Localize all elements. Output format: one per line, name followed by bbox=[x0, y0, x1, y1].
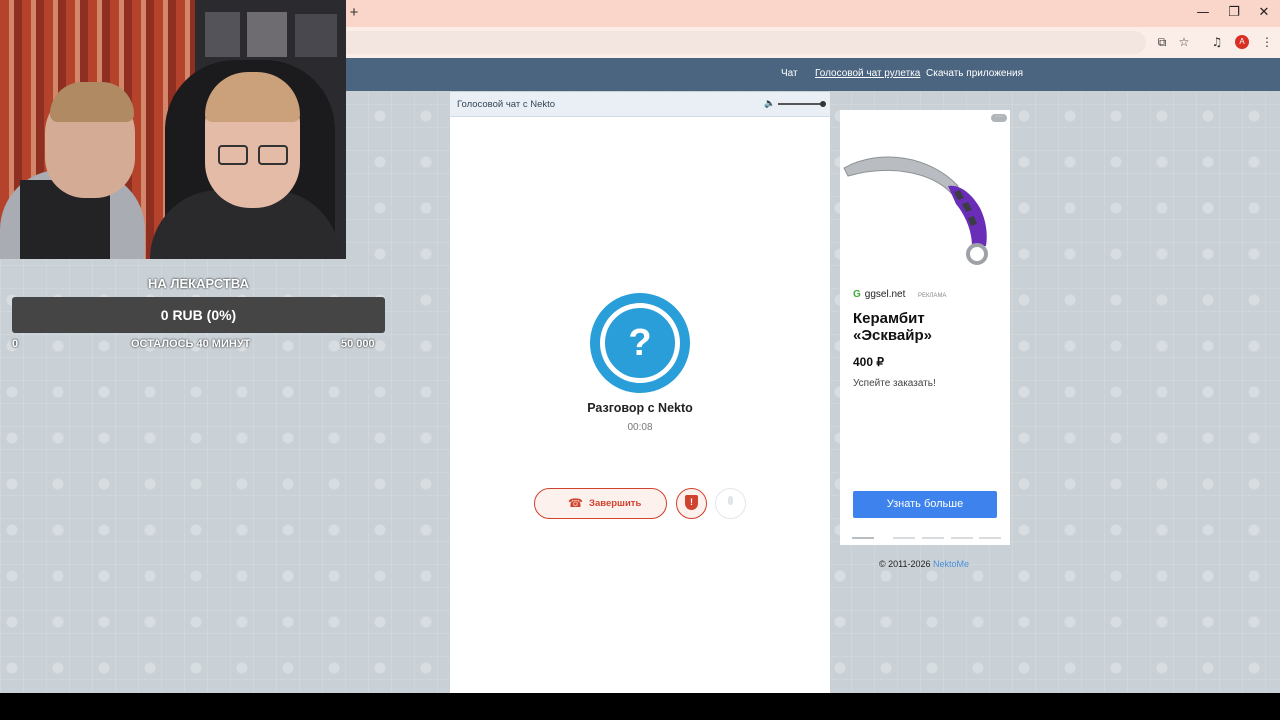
ad-carousel-dot[interactable] bbox=[979, 537, 1001, 539]
volume-slider[interactable] bbox=[778, 101, 826, 107]
ad-carousel-dot[interactable] bbox=[893, 537, 915, 539]
donation-goal-bar: 0 RUB (0%) bbox=[12, 297, 385, 333]
ad-subtitle: Успейте заказать! bbox=[853, 378, 936, 389]
install-icon[interactable]: ⧉ bbox=[1153, 33, 1171, 51]
ad-carousel-dot[interactable] bbox=[951, 537, 973, 539]
ad-learn-more-button[interactable]: Узнать больше bbox=[853, 491, 997, 518]
ad-carousel-dot[interactable] bbox=[922, 537, 944, 539]
volume-knob[interactable] bbox=[820, 101, 826, 107]
close-window-button[interactable]: ✕ bbox=[1249, 2, 1279, 24]
nav-chat-link[interactable]: Чат bbox=[781, 68, 798, 79]
end-call-button[interactable]: ☎ Завершить bbox=[534, 488, 667, 519]
ad-menu-icon[interactable]: ··· bbox=[991, 113, 1007, 122]
ad-price: 400 ₽ bbox=[853, 355, 884, 369]
call-title: Разговор с Nekto bbox=[587, 401, 693, 415]
minimize-button[interactable]: — bbox=[1188, 2, 1218, 24]
karambit-knife-image bbox=[843, 156, 988, 265]
restore-button[interactable]: ❐ bbox=[1219, 2, 1249, 24]
copyright-text: © 2011-2026 bbox=[879, 559, 934, 569]
chat-header-title: Голосовой чат с Nekto bbox=[457, 99, 556, 110]
address-bar[interactable] bbox=[346, 31, 1146, 54]
copyright: © 2011-2026 NektoMe bbox=[879, 559, 969, 569]
donation-goal-amount: 0 RUB (0%) bbox=[160, 307, 237, 323]
end-call-label: Завершить bbox=[589, 498, 642, 509]
nav-voice-chat-link[interactable]: Голосовой чат рулетка bbox=[815, 68, 920, 79]
ad-title: Керамбит «Эсквайр» bbox=[853, 310, 932, 344]
menu-dots-icon[interactable]: ⋮ bbox=[1258, 33, 1276, 51]
new-tab-button[interactable]: + bbox=[346, 4, 362, 22]
media-icon[interactable]: ♫ bbox=[1208, 33, 1226, 51]
profile-avatar[interactable]: A bbox=[1235, 35, 1249, 49]
mic-button[interactable] bbox=[715, 488, 746, 519]
nektome-link[interactable]: NektoMe bbox=[933, 559, 969, 569]
ad-carousel-dot[interactable] bbox=[852, 537, 874, 539]
donation-goal-title: НА ЛЕКАРСТВА bbox=[148, 276, 249, 291]
microphone-icon bbox=[728, 496, 733, 505]
ad-banner[interactable]: ··· Gggsel.net РЕКЛАМА Керамбит «Эсквайр… bbox=[840, 110, 1010, 545]
donation-goal-min: 0 bbox=[12, 338, 19, 350]
ad-site-name: ggsel.net bbox=[864, 289, 906, 300]
shield-icon: ! bbox=[685, 495, 698, 510]
nav-download-apps-link[interactable]: Скачать приложения bbox=[926, 68, 1023, 79]
volume-icon[interactable]: 🔈 bbox=[764, 98, 776, 110]
call-timer: 00:08 bbox=[627, 422, 653, 433]
hang-up-icon: ☎ bbox=[568, 496, 583, 510]
voice-chat-panel: Голосовой чат с Nekto 🔈 ? Разговор с Nek… bbox=[450, 92, 830, 693]
bookmark-star-icon[interactable]: ☆ bbox=[1175, 33, 1193, 51]
chat-header: Голосовой чат с Nekto 🔈 bbox=[450, 92, 830, 117]
ad-label: РЕКЛАМА bbox=[918, 293, 947, 299]
webcam-video bbox=[0, 0, 346, 259]
donation-goal-time-left: ОСТАЛОСЬ 40 МИНУТ bbox=[131, 338, 251, 350]
report-button[interactable]: ! bbox=[676, 488, 707, 519]
unknown-user-avatar-icon: ? bbox=[590, 293, 690, 393]
donation-goal-max: 50 000 bbox=[341, 338, 375, 350]
ggsel-logo-icon: G bbox=[853, 289, 861, 300]
